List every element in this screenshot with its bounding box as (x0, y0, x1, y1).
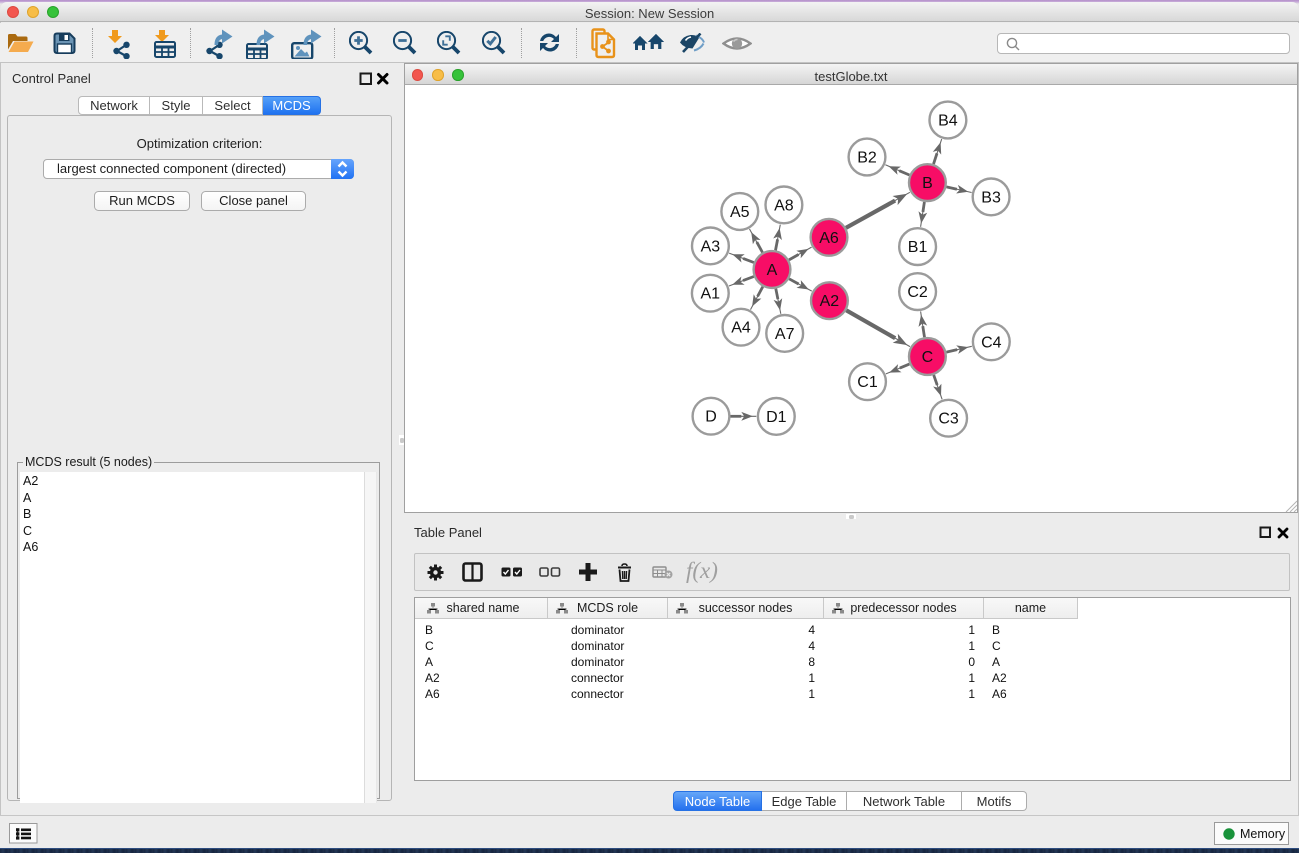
svg-text:D1: D1 (766, 409, 787, 426)
svg-text:C3: C3 (938, 411, 959, 428)
svg-text:C4: C4 (981, 334, 1002, 351)
svg-text:B: B (922, 175, 933, 192)
svg-text:A: A (767, 262, 778, 279)
svg-text:C1: C1 (857, 374, 878, 391)
svg-text:A7: A7 (775, 326, 795, 343)
svg-text:B4: B4 (938, 113, 958, 130)
svg-text:A2: A2 (820, 293, 840, 310)
svg-text:C2: C2 (907, 284, 928, 301)
svg-text:C: C (922, 349, 934, 366)
svg-text:A3: A3 (701, 238, 721, 255)
svg-text:A6: A6 (819, 230, 839, 247)
svg-text:A4: A4 (731, 320, 751, 337)
svg-text:A1: A1 (701, 286, 721, 303)
svg-text:B3: B3 (981, 189, 1001, 206)
svg-text:B2: B2 (857, 150, 877, 167)
svg-text:B1: B1 (908, 239, 928, 256)
svg-text:A8: A8 (774, 197, 794, 214)
svg-text:D: D (705, 409, 717, 426)
svg-text:A5: A5 (730, 204, 750, 221)
